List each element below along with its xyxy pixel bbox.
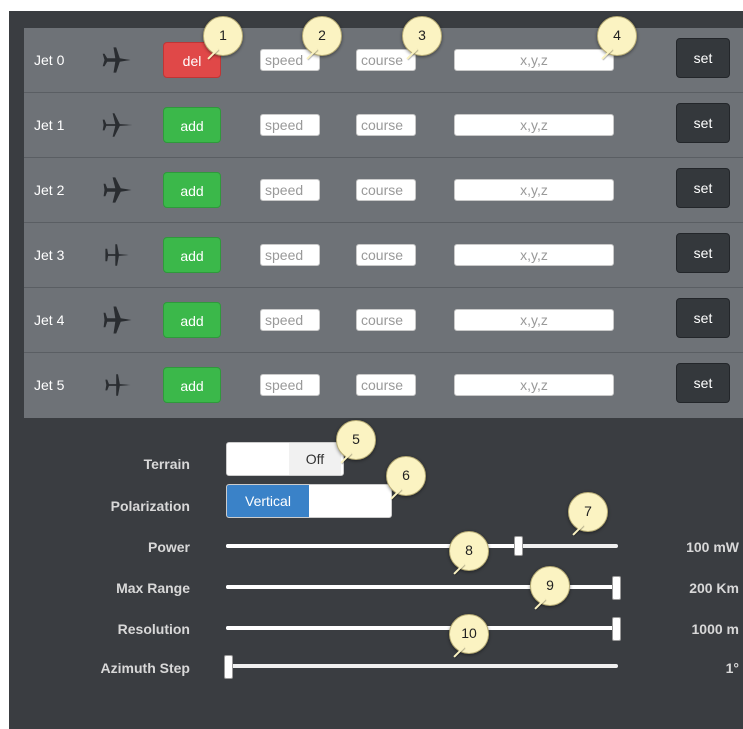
speed-input[interactable]: speed: [260, 179, 320, 201]
course-input[interactable]: course: [356, 179, 416, 201]
resolution-slider-fill: [226, 626, 618, 630]
course-input[interactable]: course: [356, 244, 416, 266]
jet-label: Jet 2: [34, 182, 65, 198]
azimuth-step-value: 1°: [725, 660, 739, 676]
callout-7: 7: [568, 492, 608, 532]
jet-label: Jet 5: [34, 377, 65, 393]
plane-icon: [100, 302, 136, 338]
speed-input[interactable]: speed: [260, 114, 320, 136]
speed-input[interactable]: speed: [260, 244, 320, 266]
position-input[interactable]: x,y,z: [454, 114, 614, 136]
callout-2: 2: [302, 16, 342, 56]
jet-row: Jet 5 add speed course x,y,z set: [24, 353, 743, 418]
resolution-slider-handle[interactable]: [612, 617, 621, 641]
azimuth-step-label: Azimuth Step: [100, 660, 190, 676]
add-jet-button[interactable]: add: [163, 107, 221, 143]
jet-label: Jet 0: [34, 52, 65, 68]
speed-input[interactable]: speed: [260, 309, 320, 331]
position-input[interactable]: x,y,z: [454, 309, 614, 331]
course-input[interactable]: course: [356, 309, 416, 331]
add-jet-button[interactable]: add: [163, 302, 221, 338]
course-input[interactable]: course: [356, 49, 416, 71]
position-input[interactable]: x,y,z: [454, 244, 614, 266]
position-input[interactable]: x,y,z: [454, 49, 614, 71]
resolution-slider[interactable]: [226, 617, 621, 641]
callout-1: 1: [203, 16, 243, 56]
azimuth-step-slider-handle[interactable]: [224, 655, 233, 679]
jet-list: Jet 0 del speed course x,y,z set Jet 1 a…: [24, 28, 743, 418]
terrain-toggle[interactable]: Off: [226, 442, 344, 476]
power-label: Power: [147, 539, 190, 555]
set-button[interactable]: set: [676, 168, 730, 208]
course-input[interactable]: course: [356, 114, 416, 136]
add-jet-button[interactable]: add: [163, 367, 221, 403]
callout-4: 4: [597, 16, 637, 56]
position-input[interactable]: x,y,z: [454, 374, 614, 396]
terrain-toggle-handle: [227, 443, 285, 475]
plane-icon: [100, 107, 136, 143]
add-jet-button[interactable]: add: [163, 237, 221, 273]
jet-label: Jet 4: [34, 312, 65, 328]
callout-10: 10: [449, 614, 489, 654]
callout-5: 5: [336, 420, 376, 460]
set-button[interactable]: set: [676, 38, 730, 78]
callout-9: 9: [530, 566, 570, 606]
max-range-slider-handle[interactable]: [612, 576, 621, 600]
set-button[interactable]: set: [676, 363, 730, 403]
jet-row: Jet 2 add speed course x,y,z set: [24, 158, 743, 223]
position-input[interactable]: x,y,z: [454, 179, 614, 201]
terrain-toggle-state: Off: [289, 443, 341, 475]
resolution-label: Resolution: [117, 621, 190, 637]
polarization-label: Polarization: [110, 498, 190, 514]
set-button[interactable]: set: [676, 233, 730, 273]
max-range-label: Max Range: [116, 580, 190, 596]
terrain-label: Terrain: [143, 456, 190, 472]
power-slider[interactable]: [226, 536, 618, 556]
add-jet-button[interactable]: add: [163, 172, 221, 208]
jet-row: Jet 1 add speed course x,y,z set: [24, 93, 743, 158]
jet-label: Jet 1: [34, 117, 65, 133]
jet-label: Jet 3: [34, 247, 65, 263]
max-range-value: 200 Km: [689, 580, 739, 596]
plane-icon: [100, 172, 136, 208]
jet-row: Jet 3 add speed course x,y,z set: [24, 223, 743, 288]
polarization-toggle-state: Vertical: [227, 485, 309, 517]
plane-icon: [100, 367, 136, 403]
resolution-value: 1000 m: [691, 621, 739, 637]
polarization-toggle[interactable]: Vertical: [226, 484, 392, 518]
callout-3: 3: [402, 16, 442, 56]
set-button[interactable]: set: [676, 103, 730, 143]
plane-icon: [100, 42, 136, 78]
callout-6: 6: [386, 456, 426, 496]
jet-row: Jet 4 add speed course x,y,z set: [24, 288, 743, 353]
callout-8: 8: [449, 531, 489, 571]
course-input[interactable]: course: [356, 374, 416, 396]
plane-icon: [100, 237, 136, 273]
azimuth-step-slider[interactable]: [224, 655, 618, 679]
power-value: 100 mW: [686, 539, 739, 555]
set-button[interactable]: set: [676, 298, 730, 338]
power-slider-handle[interactable]: [514, 536, 523, 556]
speed-input[interactable]: speed: [260, 374, 320, 396]
